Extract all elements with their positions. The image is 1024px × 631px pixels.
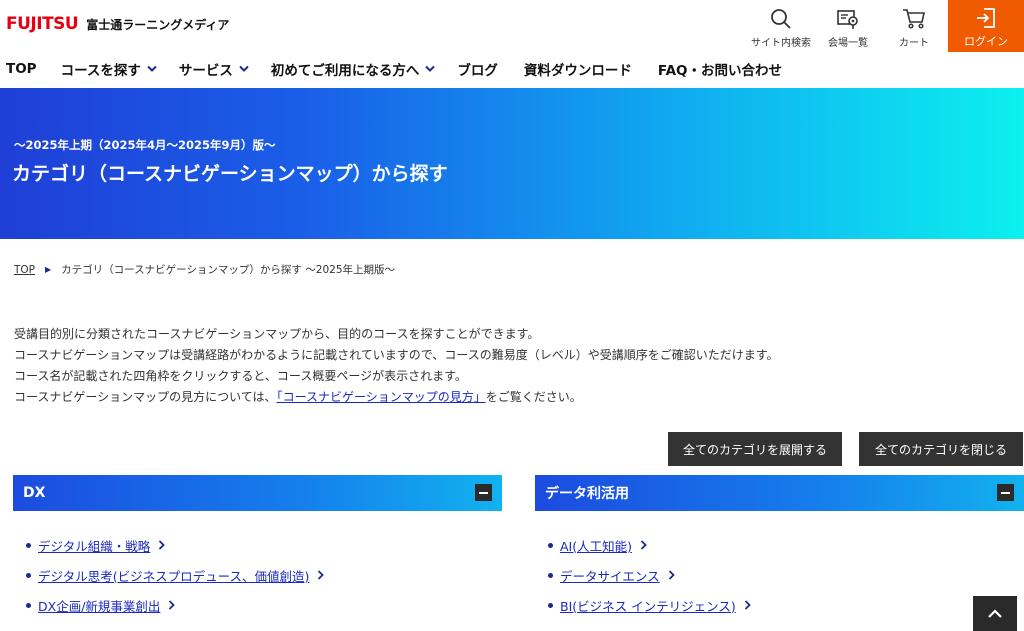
venue-list-button[interactable]: 会場一覧 (822, 0, 874, 52)
category-header-data-utilization[interactable]: データ利活用 (535, 475, 1024, 511)
nav-item-faq-contact[interactable]: FAQ・お問い合わせ (658, 59, 782, 79)
chevron-right-icon (744, 600, 751, 610)
search-icon (770, 0, 792, 30)
venue-list-label: 会場一覧 (828, 38, 868, 49)
nav-item-downloads[interactable]: 資料ダウンロード (524, 59, 632, 79)
collapse-all-button[interactable]: 全てのカテゴリを閉じる (859, 432, 1023, 466)
cart-icon (902, 0, 926, 30)
cart-label: カート (899, 38, 929, 49)
list-item: デジタル思考(ビジネスプロデュース、価値創造) (26, 560, 325, 590)
bullet-icon (548, 572, 553, 578)
nav-item-label: FAQ・お問い合わせ (657, 63, 783, 79)
chevron-up-icon (988, 608, 1002, 618)
nav-item-label: ブログ (457, 63, 498, 79)
nav-item-first-time[interactable]: 初めてご利用になる方へ (271, 59, 436, 79)
nav-item-label: 資料ダウンロード (523, 63, 632, 79)
list-item: デジタル組織・戦略 (26, 530, 324, 560)
intro-line: コースナビゲーションマップは受講経路がわかるように記載されていますので、コースの… (14, 348, 779, 362)
chevron-right-icon (168, 600, 176, 610)
category-link[interactable]: データサイエンス (560, 566, 660, 585)
collapse-toggle-icon[interactable] (475, 484, 492, 501)
breadcrumb-current: カテゴリ（コースナビゲーションマップ）から探す ～2025年上期版～ (61, 264, 395, 276)
chevron-right-icon (317, 570, 325, 580)
intro-text-post: をご覧ください。 (485, 390, 582, 404)
site-logo[interactable]: FUJITSU 富士通ラーニングメディア (6, 14, 229, 34)
site-header: FUJITSU 富士通ラーニングメディア サイト内検索 会場一覧 カート ログイ… (0, 0, 1024, 52)
category-header-dx[interactable]: DX (13, 475, 502, 511)
map-pin-icon (836, 0, 860, 30)
page-title: カテゴリ（コースナビゲーションマップ）から探す (12, 163, 448, 185)
intro-line: 受講目的別に分類されたコースナビゲーションマップから、目的のコースを探すことがで… (14, 327, 540, 341)
intro-text: 受講目的別に分類されたコースナビゲーションマップから、目的のコースを探すことがで… (14, 324, 779, 408)
nav-item-find-course[interactable]: コースを探す (61, 59, 157, 79)
list-item: BI(ビジネス インテリジェンス) (548, 590, 751, 620)
category-title: DX (23, 485, 46, 501)
cart-button[interactable]: カート (888, 0, 940, 52)
login-icon (975, 0, 997, 30)
breadcrumb: TOP ▶ カテゴリ（コースナビゲーションマップ）から探す ～2025年上期版～ (14, 262, 395, 277)
category-link[interactable]: DX企画/新規事業創出 (38, 596, 160, 615)
expand-all-button[interactable]: 全てのカテゴリを展開する (668, 432, 842, 466)
scroll-to-top-button[interactable] (973, 596, 1017, 631)
category-link[interactable]: デジタル思考(ビジネスプロデュース、価値創造) (38, 566, 309, 585)
site-search-button[interactable]: サイト内検索 (748, 0, 814, 52)
logo-company-name: 富士通ラーニングメディア (86, 17, 230, 32)
nav-item-blog[interactable]: ブログ (457, 59, 498, 79)
nav-item-top[interactable]: TOP (6, 61, 37, 77)
bullet-icon (26, 602, 31, 608)
chevron-right-icon (158, 540, 166, 550)
hero-banner: ～2025年上期（2025年4月～2025年9月）版～ カテゴリ（コースナビゲー… (0, 88, 1024, 239)
fujitsu-logo-mark: FUJITSU (6, 14, 79, 34)
bullet-icon (26, 572, 31, 578)
intro-text-pre: コースナビゲーションマップの見方については、 (14, 390, 277, 404)
nav-item-label: 初めてご利用になる方へ (270, 63, 420, 79)
category-link[interactable]: デジタル組織・戦略 (38, 536, 150, 555)
chevron-down-icon (239, 65, 249, 73)
list-item: DX企画/新規事業創出 (26, 590, 324, 620)
bullet-icon (548, 542, 553, 548)
nav-item-label: TOP (6, 61, 37, 77)
global-nav: TOP コースを探す サービス 初めてご利用になる方へ ブログ 資料ダウンロード… (0, 52, 1024, 86)
category-title: データ利活用 (545, 486, 629, 502)
list-item: AI(人工知能) (548, 530, 751, 560)
list-item: データサイエンス (548, 560, 751, 590)
nav-item-services[interactable]: サービス (179, 59, 249, 79)
nav-item-label: サービス (178, 63, 233, 79)
intro-line: コース名が記載された四角枠をクリックすると、コース概要ページが表示されます。 (14, 369, 467, 383)
bullet-icon (26, 542, 31, 548)
category-link[interactable]: BI(ビジネス インテリジェンス) (560, 596, 736, 615)
chevron-right-icon (668, 570, 675, 580)
category-link[interactable]: AI(人工知能) (560, 536, 632, 555)
bullet-icon (548, 602, 553, 608)
category-list-data-utilization: AI(人工知能) データサイエンス BI(ビジネス インテリジェンス) (548, 530, 751, 620)
breadcrumb-home-link[interactable]: TOP (14, 264, 35, 276)
collapse-toggle-icon[interactable] (997, 484, 1014, 501)
category-list-dx: デジタル組織・戦略 デジタル思考(ビジネスプロデュース、価値創造) DX企画/新… (26, 530, 325, 620)
hero-subtitle: ～2025年上期（2025年4月～2025年9月）版～ (14, 138, 276, 152)
intro-line: コースナビゲーションマップの見方については、「コースナビゲーションマップの見方」… (14, 387, 779, 408)
chevron-right-icon: ▶ (45, 265, 52, 274)
site-search-label: サイト内検索 (751, 38, 811, 49)
how-to-read-map-link[interactable]: 「コースナビゲーションマップの見方」 (277, 390, 486, 404)
chevron-right-icon (640, 540, 647, 550)
login-label: ログイン (964, 35, 1008, 48)
chevron-down-icon (147, 65, 157, 73)
chevron-down-icon (425, 65, 436, 73)
login-button[interactable]: ログイン (948, 0, 1024, 52)
nav-item-label: コースを探す (60, 63, 141, 79)
